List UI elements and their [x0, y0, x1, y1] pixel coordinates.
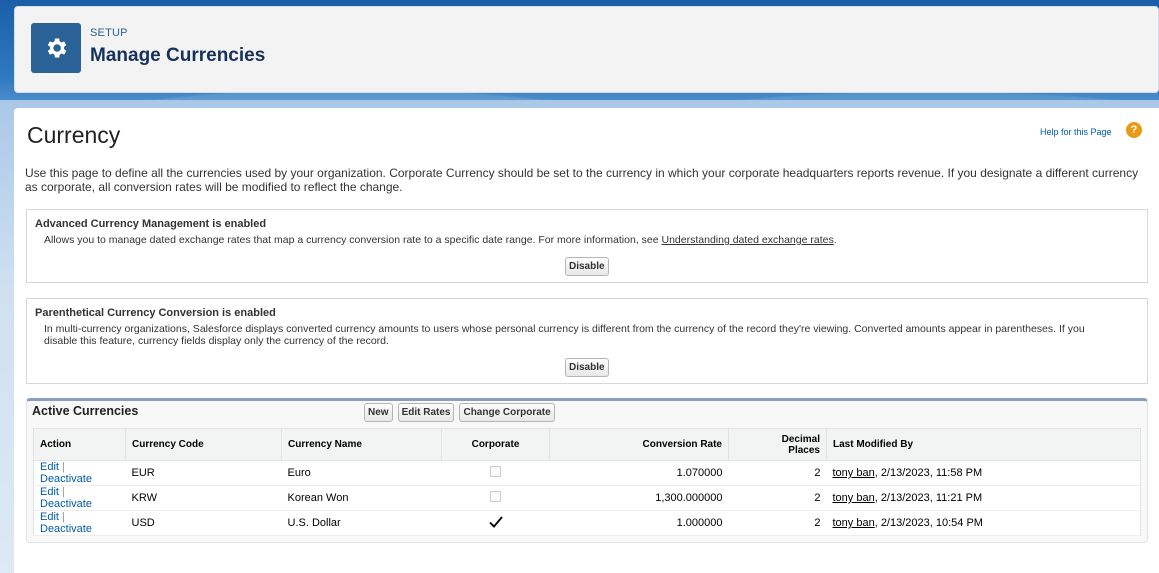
edit-rates-button[interactable]: Edit Rates: [397, 403, 455, 422]
advanced-desc-suffix: .: [833, 234, 837, 246]
column-header-currency-name[interactable]: Currency Name: [281, 428, 442, 461]
setup-label[interactable]: SETUP: [90, 27, 128, 39]
page-header-title: Manage Currencies: [90, 45, 266, 66]
conversion-rate: 1,300.000000: [549, 485, 729, 511]
table-row: Edit | Deactivate USD U.S. Dollar 1.0000…: [33, 510, 1141, 536]
column-header-action: Action: [33, 428, 126, 461]
action-separator: |: [62, 486, 65, 498]
change-corporate-button[interactable]: Change Corporate: [459, 403, 555, 422]
user-link[interactable]: tony ban: [833, 467, 875, 479]
deactivate-link[interactable]: Deactivate: [40, 523, 92, 535]
row-actions: Edit | Deactivate: [33, 485, 126, 511]
help-link[interactable]: Help for this Page: [1040, 127, 1112, 137]
edit-link[interactable]: Edit: [40, 511, 59, 523]
row-actions: Edit | Deactivate: [33, 460, 126, 486]
parenthetical-currency-panel: Parenthetical Currency Conversion is ena…: [26, 298, 1148, 384]
column-header-last-modified[interactable]: Last Modified By: [826, 428, 1141, 461]
advanced-currency-panel: Advanced Currency Management is enabled …: [26, 209, 1148, 283]
disable-parenthetical-button[interactable]: Disable: [565, 358, 609, 377]
corporate-cell: [441, 510, 550, 536]
active-currencies-toolbar: New Edit Rates Change Corporate: [364, 403, 555, 422]
currency-name: Euro: [281, 460, 442, 486]
column-header-conversion-rate[interactable]: Conversion Rate: [549, 428, 729, 461]
advanced-desc-text: Allows you to manage dated exchange rate…: [44, 234, 662, 246]
conversion-rate: 1.070000: [549, 460, 729, 486]
parenthetical-currency-title: Parenthetical Currency Conversion is ena…: [35, 307, 276, 319]
table-header-row: Action Currency Code Currency Name Corpo…: [33, 428, 1141, 461]
decimal-header-line2: Places: [788, 444, 820, 456]
last-modified: tony ban, 2/13/2023, 11:21 PM: [826, 485, 1141, 511]
decimal-places: 2: [728, 485, 827, 511]
advanced-currency-description: Allows you to manage dated exchange rate…: [44, 234, 1104, 246]
user-link[interactable]: tony ban: [833, 517, 875, 529]
column-header-currency-code[interactable]: Currency Code: [125, 428, 282, 461]
modified-date: , 2/13/2023, 10:54 PM: [874, 517, 983, 529]
modified-date: , 2/13/2023, 11:21 PM: [874, 492, 983, 504]
table-row: Edit | Deactivate EUR Euro 1.070000 2 to…: [33, 460, 1141, 486]
column-header-decimal-places[interactable]: Decimal Places: [728, 428, 827, 461]
parenthetical-currency-description: In multi-currency organizations, Salesfo…: [44, 323, 1085, 347]
page-title: Currency: [27, 122, 121, 148]
edit-link[interactable]: Edit: [40, 461, 59, 473]
currency-code: KRW: [125, 485, 282, 511]
currency-name: U.S. Dollar: [281, 510, 442, 536]
help-icon[interactable]: ?: [1126, 122, 1142, 138]
new-currency-button[interactable]: New: [364, 403, 393, 422]
conversion-rate: 1.000000: [549, 510, 729, 536]
checkmark-icon: [488, 515, 503, 528]
user-link[interactable]: tony ban: [833, 492, 875, 504]
decimal-places: 2: [728, 460, 827, 486]
action-separator: |: [62, 461, 65, 473]
unchecked-box-icon: [490, 466, 501, 477]
decimal-header-line1: Decimal: [781, 433, 820, 445]
last-modified: tony ban, 2/13/2023, 10:54 PM: [826, 510, 1141, 536]
action-separator: |: [62, 511, 65, 523]
deactivate-link[interactable]: Deactivate: [40, 473, 92, 485]
row-actions: Edit | Deactivate: [33, 510, 126, 536]
currency-name: Korean Won: [281, 485, 442, 511]
currencies-table: Action Currency Code Currency Name Corpo…: [33, 428, 1141, 536]
setup-header: SETUP Manage Currencies: [14, 6, 1159, 93]
currency-code: USD: [125, 510, 282, 536]
column-header-corporate[interactable]: Corporate: [441, 428, 550, 461]
main-content: Currency Help for this Page ? Use this p…: [14, 108, 1159, 573]
deactivate-link[interactable]: Deactivate: [40, 498, 92, 510]
table-row: Edit | Deactivate KRW Korean Won 1,300.0…: [33, 485, 1141, 511]
corporate-cell: [441, 485, 550, 511]
gear-icon: [31, 23, 81, 73]
currency-code: EUR: [125, 460, 282, 486]
modified-date: , 2/13/2023, 11:58 PM: [874, 467, 983, 479]
active-currencies-panel: Active Currencies New Edit Rates Change …: [26, 398, 1148, 543]
page-description: Use this page to define all the currenci…: [25, 166, 1139, 194]
decimal-places: 2: [728, 510, 827, 536]
active-currencies-title: Active Currencies: [32, 404, 139, 418]
corporate-cell: [441, 460, 550, 486]
last-modified: tony ban, 2/13/2023, 11:58 PM: [826, 460, 1141, 486]
advanced-currency-title: Advanced Currency Management is enabled: [35, 218, 267, 230]
disable-advanced-button[interactable]: Disable: [565, 257, 609, 276]
unchecked-box-icon: [490, 491, 501, 502]
dated-exchange-rates-link[interactable]: Understanding dated exchange rates: [662, 234, 834, 246]
edit-link[interactable]: Edit: [40, 486, 59, 498]
